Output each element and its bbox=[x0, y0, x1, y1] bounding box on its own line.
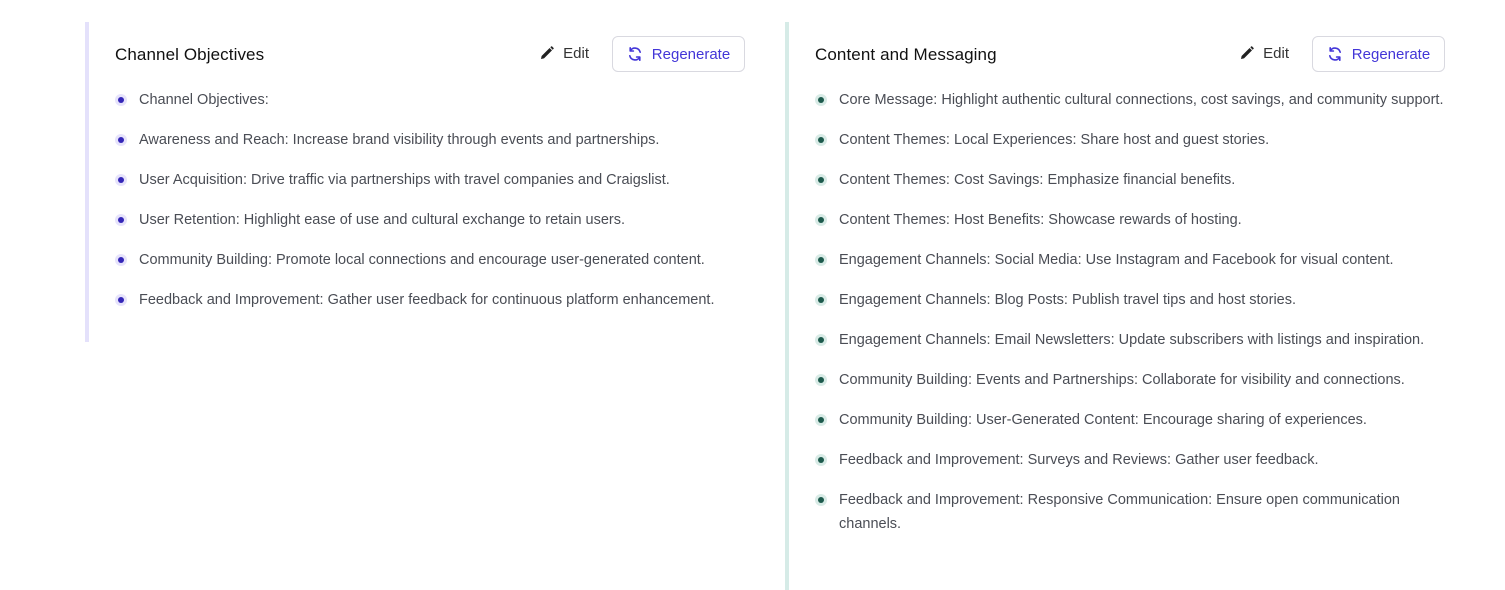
bullet-icon bbox=[115, 254, 127, 266]
list-item: User Retention: Highlight ease of use an… bbox=[115, 208, 745, 232]
edit-label: Edit bbox=[563, 44, 589, 62]
list-item: User Acquisition: Drive traffic via part… bbox=[115, 168, 745, 192]
bullet-icon bbox=[115, 294, 127, 306]
list-item: Content Themes: Local Experiences: Share… bbox=[815, 128, 1445, 152]
regenerate-label: Regenerate bbox=[1351, 45, 1431, 63]
bullet-icon bbox=[815, 134, 827, 146]
bullet-icon bbox=[815, 374, 827, 386]
bullet-icon bbox=[815, 494, 827, 506]
list-item: Content Themes: Host Benefits: Showcase … bbox=[815, 208, 1445, 232]
bullet-icon bbox=[815, 254, 827, 266]
bullet-icon bbox=[115, 174, 127, 186]
list-item: Community Building: User-Generated Conte… bbox=[815, 408, 1445, 432]
list-item: Awareness and Reach: Increase brand visi… bbox=[115, 128, 745, 152]
bullet-icon bbox=[115, 214, 127, 226]
pencil-icon bbox=[540, 46, 554, 60]
refresh-icon bbox=[627, 46, 643, 62]
channel-objectives-panel: Channel Objectives Edit Regenerate Chann… bbox=[85, 22, 745, 342]
pencil-icon bbox=[1240, 46, 1254, 60]
edit-label: Edit bbox=[1263, 44, 1289, 62]
regenerate-button[interactable]: Regenerate bbox=[612, 36, 745, 72]
edit-button[interactable]: Edit bbox=[540, 42, 589, 64]
list-item: Community Building: Promote local connec… bbox=[115, 248, 745, 272]
bullet-icon bbox=[815, 214, 827, 226]
regenerate-button[interactable]: Regenerate bbox=[1312, 36, 1445, 72]
bullet-icon bbox=[815, 94, 827, 106]
panel-header: Content and Messaging Edit Regenerate bbox=[815, 22, 1445, 86]
list-item: Engagement Channels: Blog Posts: Publish… bbox=[815, 288, 1445, 312]
objectives-list: Channel Objectives: Awareness and Reach:… bbox=[115, 88, 745, 328]
list-item: Channel Objectives: bbox=[115, 88, 745, 112]
bullet-icon bbox=[115, 134, 127, 146]
refresh-icon bbox=[1327, 46, 1343, 62]
list-item: Feedback and Improvement: Surveys and Re… bbox=[815, 448, 1445, 472]
panel-title: Content and Messaging bbox=[815, 45, 997, 64]
list-item: Engagement Channels: Email Newsletters: … bbox=[815, 328, 1445, 352]
panel-header: Channel Objectives Edit Regenerate bbox=[115, 22, 745, 86]
panel-title: Channel Objectives bbox=[115, 45, 265, 64]
bullet-icon bbox=[815, 174, 827, 186]
list-item: Content Themes: Cost Savings: Emphasize … bbox=[815, 168, 1445, 192]
edit-button[interactable]: Edit bbox=[1240, 42, 1289, 64]
bullet-icon bbox=[815, 454, 827, 466]
regenerate-label: Regenerate bbox=[651, 45, 731, 63]
bullet-icon bbox=[115, 94, 127, 106]
list-item: Feedback and Improvement: Gather user fe… bbox=[115, 288, 745, 312]
bullet-icon bbox=[815, 294, 827, 306]
list-item: Core Message: Highlight authentic cultur… bbox=[815, 88, 1445, 112]
list-item: Community Building: Events and Partnersh… bbox=[815, 368, 1445, 392]
list-item: Engagement Channels: Social Media: Use I… bbox=[815, 248, 1445, 272]
messaging-list: Core Message: Highlight authentic cultur… bbox=[815, 88, 1445, 552]
bullet-icon bbox=[815, 414, 827, 426]
bullet-icon bbox=[815, 334, 827, 346]
content-messaging-panel: Content and Messaging Edit Regenerate Co… bbox=[785, 22, 1445, 590]
list-item: Feedback and Improvement: Responsive Com… bbox=[815, 488, 1445, 536]
